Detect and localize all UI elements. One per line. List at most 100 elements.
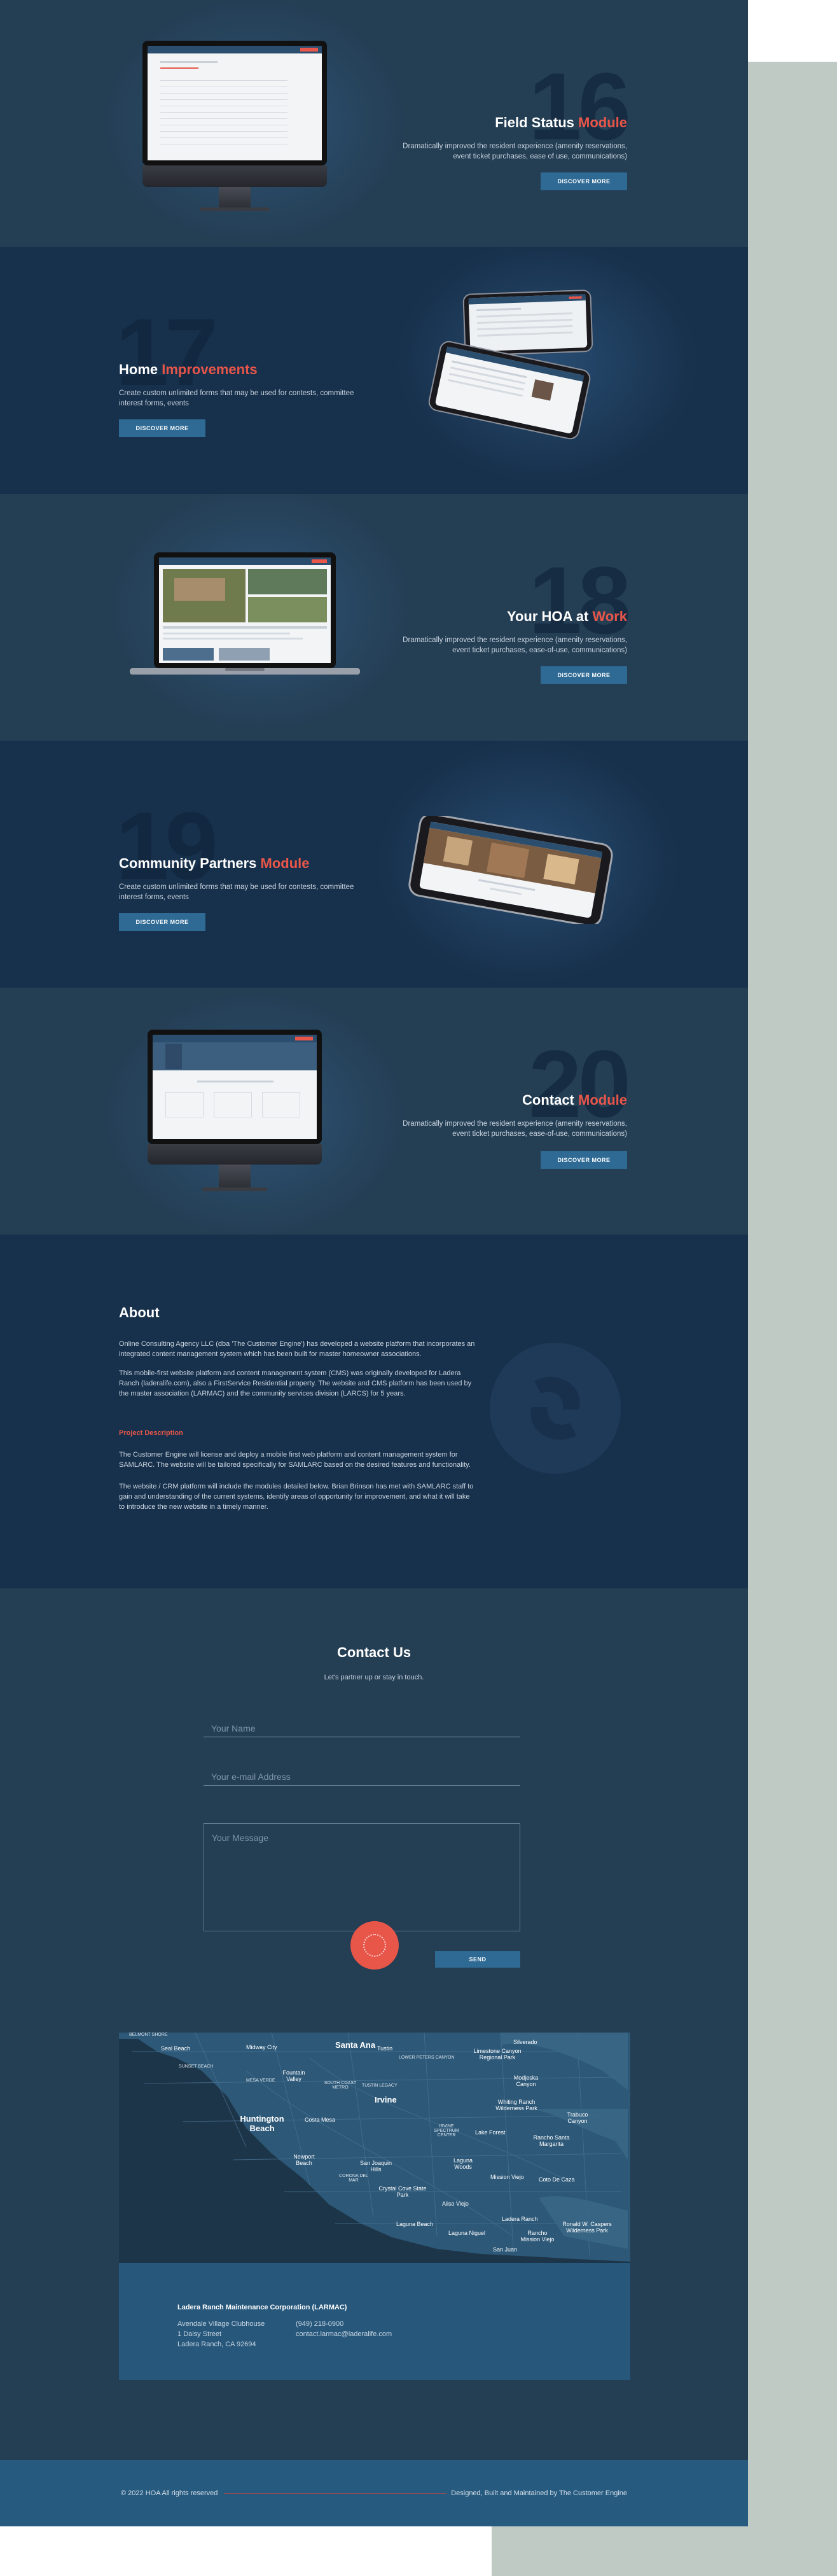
about-paragraph: The website / CRM platform will include …	[119, 1483, 474, 1511]
map-label: Limestone Canyon Regional Park	[473, 2048, 522, 2061]
feature-hoa-at-work: 18 Your HOA at Work Dramatically improve…	[0, 494, 748, 741]
discover-more-button[interactable]: DISCOVER MORE	[541, 666, 627, 684]
map-label: Huntington Beach	[240, 2114, 284, 2133]
imac-mockup	[142, 41, 327, 214]
map-label: TUSTIN LEGACY	[362, 2083, 398, 2088]
map-label: SUNSET BEACH	[179, 2064, 214, 2069]
about-section: About Online Consulting Agency LLC (dba …	[0, 1235, 748, 1588]
phone-number[interactable]: (949) 218-0900	[296, 2319, 392, 2329]
map-label: Trabuco Canyon	[567, 2111, 588, 2124]
feature-description: Dramatically improved the resident exper…	[403, 636, 627, 654]
map-label: BELMONT SHORE	[129, 2033, 168, 2037]
map-label: Fountain Valley	[282, 2069, 305, 2082]
map-label: Tustin	[377, 2045, 393, 2052]
map-label: SOUTH COAST METRO	[324, 2081, 357, 2090]
map-label: LOWER PETERS CANYON	[399, 2055, 455, 2060]
feature-home-improvements: 17 Home Improvements Create custom unlim…	[0, 247, 748, 494]
feature-contact-module: 20 Contact Module Dramatically improved …	[0, 988, 748, 1235]
map-label: San Juan	[493, 2246, 518, 2253]
screen-content	[148, 46, 322, 160]
address-card: Ladera Ranch Maintenance Corporation (LA…	[119, 2263, 630, 2380]
map-label: Modjeska Canyon	[513, 2075, 539, 2087]
contact-details: (949) 218-0900 contact.larmac@laderalife…	[296, 2319, 392, 2339]
feature-community-partners: 19 Community Partners Module Create cust…	[0, 741, 748, 988]
map-label: Rancho Mission Viejo	[520, 2230, 555, 2243]
feature-number: 17	[116, 298, 218, 405]
contact-heading: Contact Us	[336, 1644, 412, 1660]
map[interactable]: BELMONT SHORE Seal Beach SUNSET BEACH Mi…	[119, 2033, 630, 2263]
feature-number: 18	[529, 547, 631, 654]
feature-description: Dramatically improved the resident exper…	[403, 143, 627, 160]
email-link[interactable]: contact.larmac@laderalife.com	[296, 2329, 392, 2339]
project-description-heading: Project Description	[119, 1429, 183, 1437]
imac-chin	[142, 165, 327, 187]
feature-number: 20	[529, 1030, 631, 1137]
feature-description: Dramatically improved the resident exper…	[403, 1120, 627, 1138]
feature-number: 16	[529, 53, 631, 160]
feature-title: Home Improvements	[119, 361, 258, 377]
imac-mockup	[148, 1030, 322, 1196]
contact-section: Contact Us Let's partner up or stay in t…	[0, 1588, 748, 2460]
imac-screen	[148, 1030, 322, 1144]
name-input[interactable]: Your Name	[204, 1722, 520, 1737]
contact-tagline: Let's partner up or stay in touch.	[324, 1674, 424, 1681]
map-label: Laguna Beach	[396, 2221, 434, 2227]
map-label: San Joaquin Hills	[359, 2160, 392, 2173]
discover-more-button[interactable]: DISCOVER MORE	[119, 419, 205, 437]
map-label: Irvine	[375, 2095, 397, 2104]
about-paragraph: The Customer Engine will license and dep…	[119, 1451, 471, 1469]
map-label: Coto De Caza	[539, 2176, 575, 2183]
map-label: Santa Ana	[335, 2040, 376, 2050]
map-label: Ronald W. Caspers Wilderness Park	[562, 2221, 612, 2234]
map-label: Silverado	[513, 2039, 537, 2045]
page: 16 Field Status Module Dramatically impr…	[0, 0, 748, 2526]
map-label: MESA VERDE	[246, 2078, 275, 2083]
feature-description: Create custom unlimited forms that may b…	[119, 883, 354, 901]
map-label: CORONA DEL MAR	[339, 2174, 368, 2183]
map-label: Lake Forest	[475, 2129, 506, 2136]
footer-credit[interactable]: Designed, Built and Maintained by The Cu…	[451, 2489, 627, 2497]
map-label: Whiting Ranch Wilderness Park	[495, 2099, 537, 2111]
map-label: Laguna Niguel	[448, 2230, 486, 2236]
copyright: © 2022 HOA All rights reserved	[121, 2489, 218, 2497]
map-label: Rancho Santa Margarita	[533, 2134, 570, 2147]
discover-more-button[interactable]: DISCOVER MORE	[541, 1151, 627, 1169]
map-label: Aliso Viejo	[442, 2201, 469, 2207]
map-label: Newport Beach	[293, 2153, 315, 2166]
feature-field-status: 16 Field Status Module Dramatically impr…	[0, 0, 748, 247]
laptop-mockup	[130, 552, 360, 675]
map-label: Midway City	[246, 2044, 277, 2050]
tablet-mockup	[408, 816, 613, 924]
footer: © 2022 HOA All rights reserved Designed,…	[0, 2460, 748, 2526]
about-paragraph: This mobile-first website platform and c…	[119, 1369, 472, 1397]
organization-name: Ladera Ranch Maintenance Corporation (LA…	[177, 2304, 347, 2311]
feature-title: Community Partners Module	[119, 855, 310, 871]
about-heading: About	[119, 1305, 160, 1320]
feature-description: Create custom unlimited forms that may b…	[119, 389, 354, 407]
footer-divider	[224, 2493, 446, 2494]
map-label: IRVINE SPECTRUM CENTER	[434, 2124, 459, 2138]
street-address: Avendale Village Clubhouse 1 Daisy Stree…	[177, 2320, 265, 2348]
logo-watermark	[490, 1343, 621, 1474]
map-label: Ladera Ranch	[502, 2216, 538, 2222]
map-label: Laguna Woods	[453, 2157, 473, 2170]
message-textarea[interactable]: Your Message	[204, 1823, 520, 1931]
feature-number: 19	[116, 792, 218, 899]
feature-title: Field Status Module	[495, 115, 627, 130]
map-label: Seal Beach	[161, 2045, 191, 2052]
map-pin-icon[interactable]	[350, 1921, 399, 1970]
imac-screen	[142, 41, 327, 165]
phone-mockups	[428, 290, 593, 440]
imac-chin	[148, 1144, 322, 1165]
send-button[interactable]: SEND	[435, 1951, 520, 1968]
feature-title: Contact Module	[522, 1092, 627, 1108]
map-label: Mission Viejo	[490, 2174, 524, 2180]
feature-title: Your HOA at Work	[506, 608, 627, 624]
about-paragraph: Online Consulting Agency LLC (dba 'The C…	[119, 1340, 475, 1358]
map-label: Crystal Cove State Park	[378, 2185, 427, 2198]
discover-more-button[interactable]: DISCOVER MORE	[541, 172, 627, 190]
email-input[interactable]: Your e-mail Address	[204, 1770, 520, 1786]
screen-content	[153, 1035, 317, 1139]
map-label: Costa Mesa	[305, 2117, 336, 2123]
discover-more-button[interactable]: DISCOVER MORE	[119, 913, 205, 931]
